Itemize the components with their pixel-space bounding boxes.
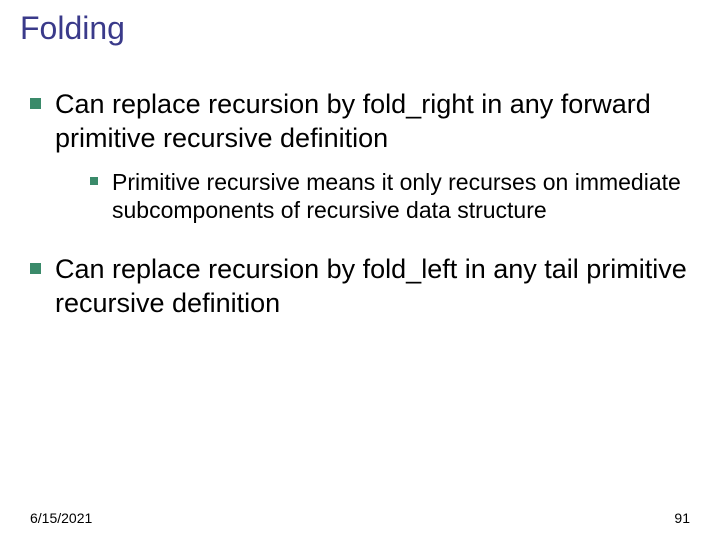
- square-bullet-icon: [90, 177, 98, 185]
- square-bullet-icon: [30, 98, 41, 109]
- bullet-text: Primitive recursive means it only recurs…: [112, 168, 690, 226]
- footer-page-number: 91: [674, 510, 690, 526]
- footer-date: 6/15/2021: [30, 510, 92, 526]
- bullet-text: Can replace recursion by fold_right in a…: [55, 88, 690, 156]
- bullet-text: Can replace recursion by fold_left in an…: [55, 253, 690, 321]
- slide-body: Can replace recursion by fold_right in a…: [30, 88, 690, 333]
- bullet-item: Can replace recursion by fold_left in an…: [30, 253, 690, 321]
- square-bullet-icon: [30, 263, 41, 274]
- slide: Folding Can replace recursion by fold_ri…: [0, 0, 720, 540]
- bullet-item: Can replace recursion by fold_right in a…: [30, 88, 690, 156]
- bullet-item: Primitive recursive means it only recurs…: [90, 168, 690, 226]
- slide-title: Folding: [20, 10, 125, 47]
